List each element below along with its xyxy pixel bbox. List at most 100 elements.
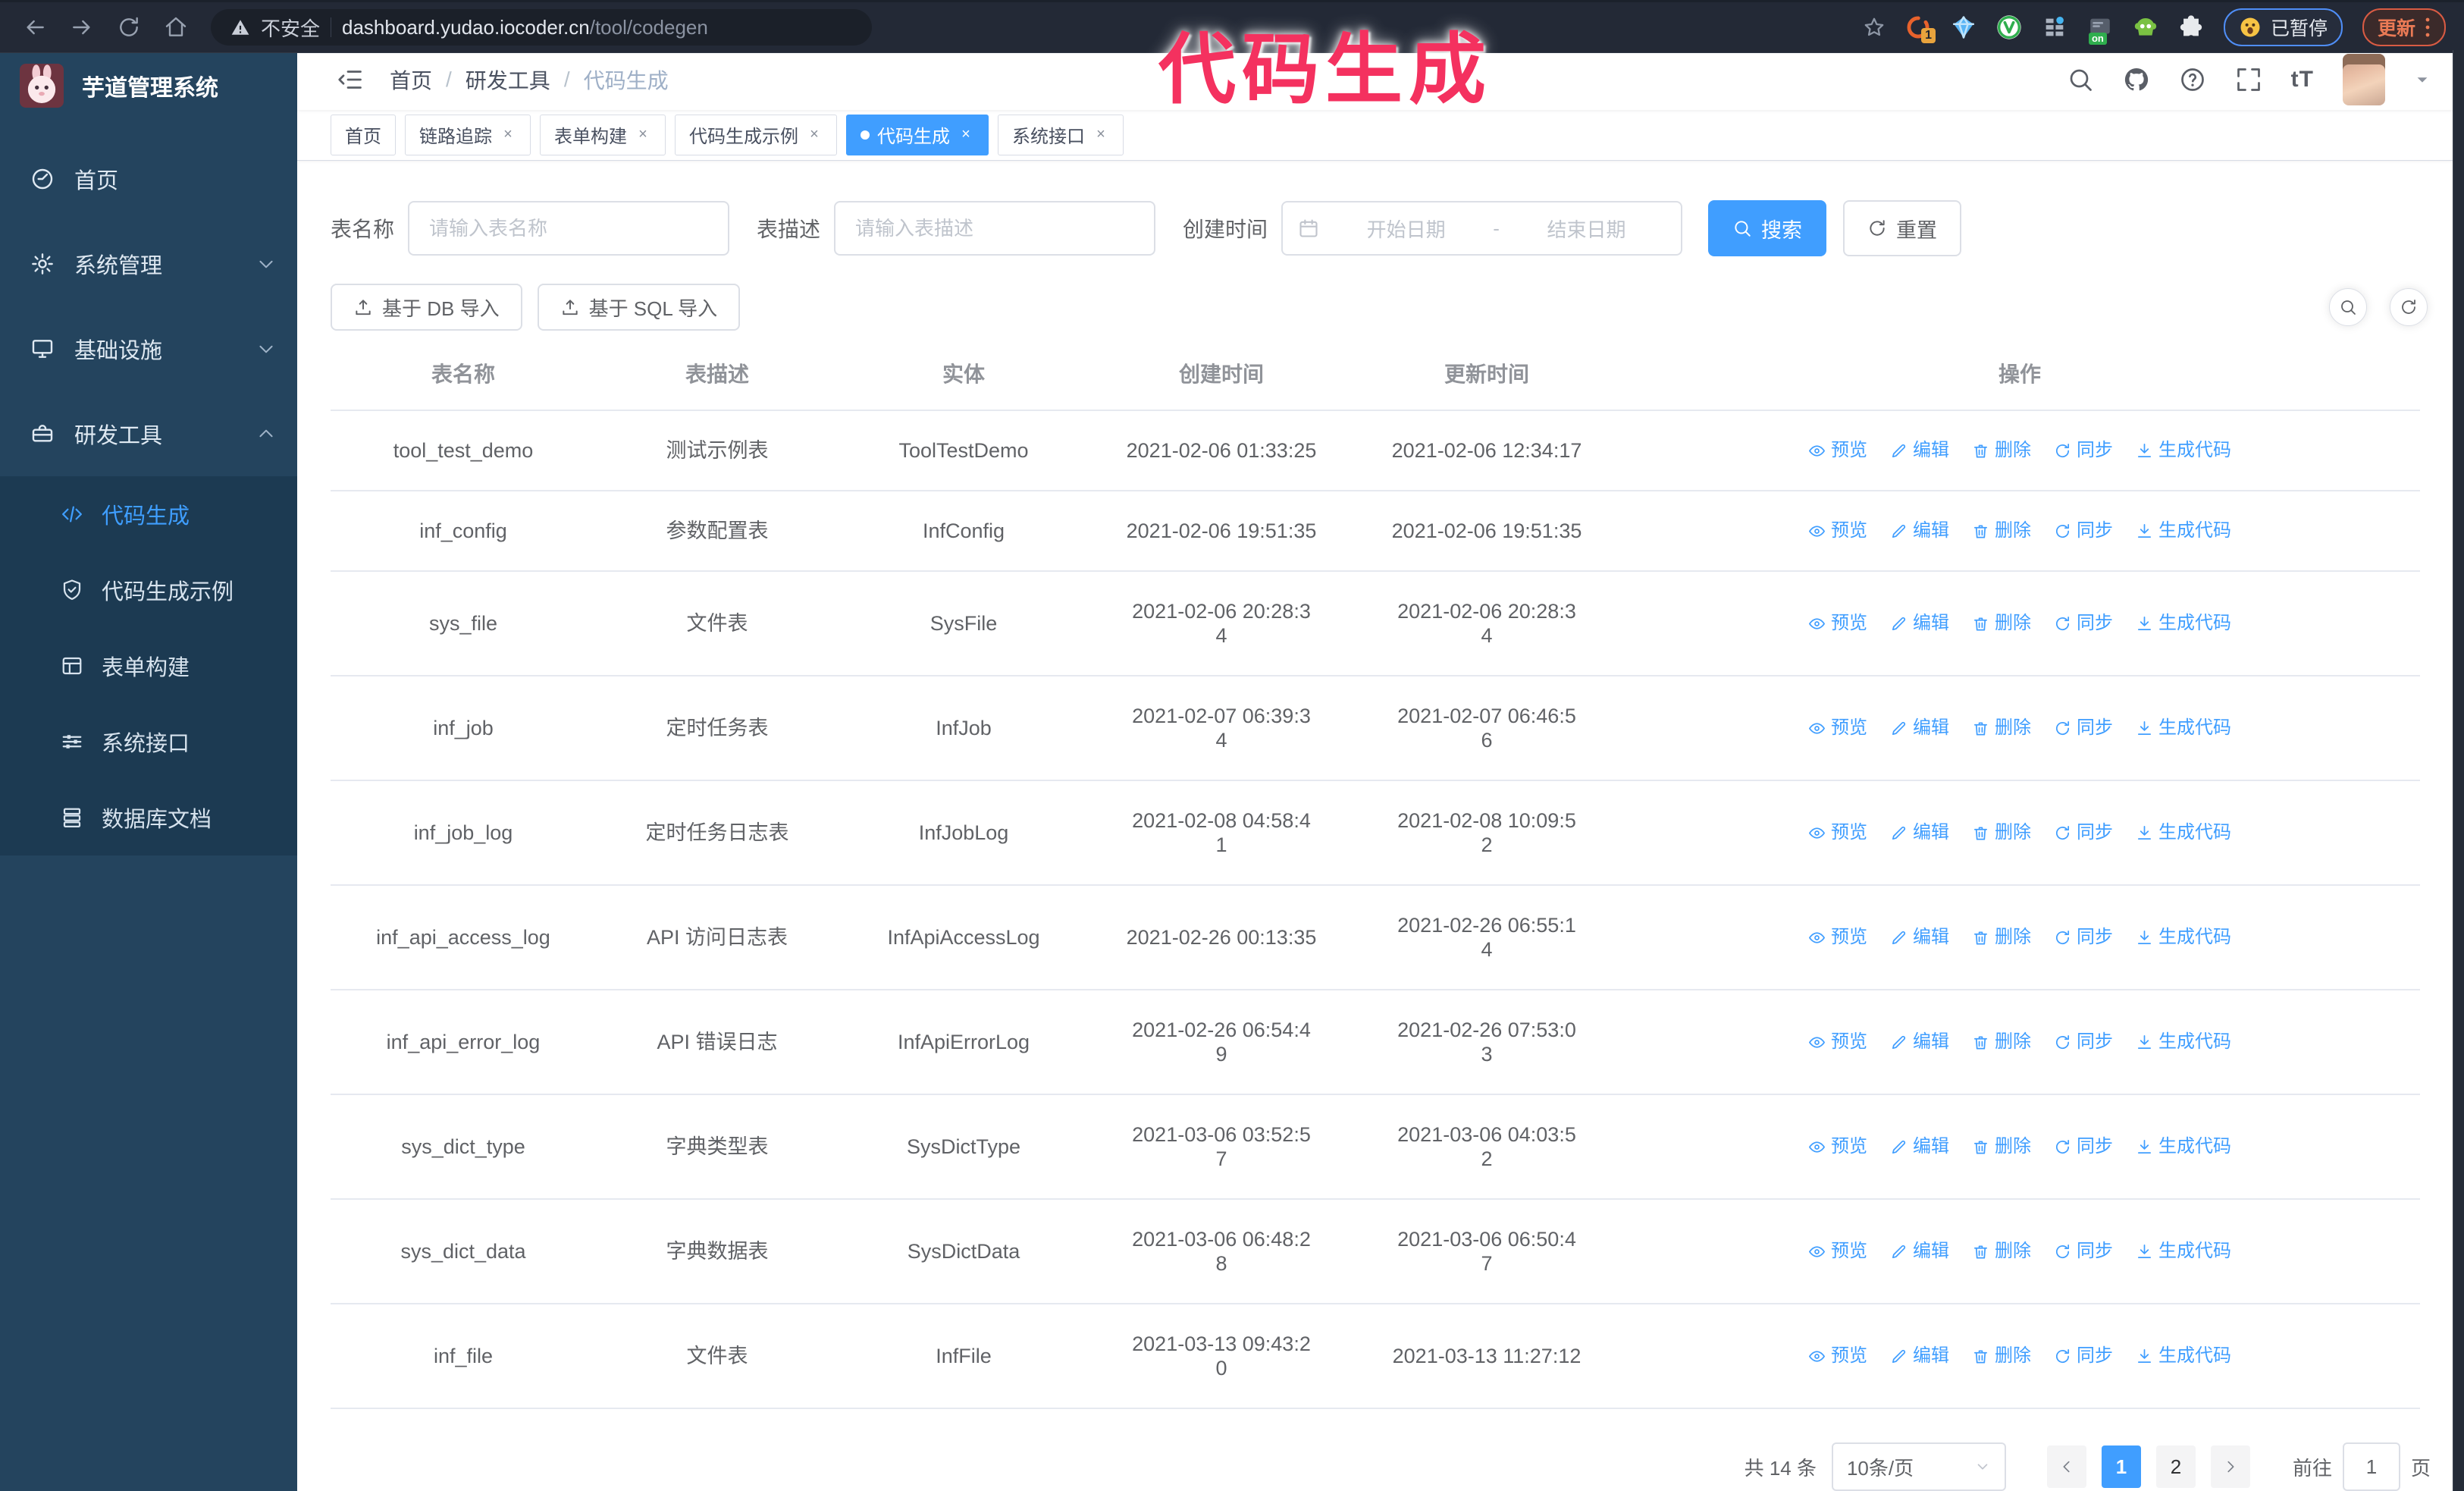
page-number-button[interactable]: 2	[2155, 1445, 2196, 1488]
delete-link[interactable]: 删除	[1972, 716, 2031, 740]
app-logo-row[interactable]: 芋道管理系统	[0, 50, 297, 121]
sidebar-subitem-system-api[interactable]: 系统接口	[0, 704, 297, 780]
fullscreen-icon[interactable]	[2235, 66, 2262, 93]
delete-link[interactable]: 删除	[1972, 1135, 2031, 1159]
delete-link[interactable]: 删除	[1972, 925, 2031, 950]
refresh-table-button[interactable]	[2390, 288, 2428, 326]
preview-link[interactable]: 预览	[1808, 438, 1867, 463]
delete-link[interactable]: 删除	[1972, 438, 2031, 463]
sync-link[interactable]: 同步	[2054, 1239, 2113, 1263]
preview-link[interactable]: 预览	[1808, 1344, 1867, 1368]
edit-link[interactable]: 编辑	[1890, 611, 1949, 636]
sidebar-item-home[interactable]: 首页	[0, 137, 297, 221]
extension-proxy-icon[interactable]	[2042, 14, 2067, 40]
sidebar-item-system[interactable]: 系统管理	[0, 221, 297, 306]
edit-link[interactable]: 编辑	[1890, 1239, 1949, 1263]
font-size-icon[interactable]: tT	[2291, 67, 2314, 93]
search-button[interactable]: 搜索	[1708, 200, 1827, 256]
window-scrollbar[interactable]	[2453, 50, 2464, 1491]
sidebar-subitem-codegen[interactable]: 代码生成	[0, 476, 297, 552]
avatar[interactable]	[2343, 54, 2385, 106]
forward-icon[interactable]	[70, 15, 94, 39]
delete-link[interactable]: 删除	[1972, 1239, 2031, 1263]
sync-link[interactable]: 同步	[2054, 611, 2113, 636]
paused-pill[interactable]: 已暂停	[2223, 8, 2343, 46]
edit-link[interactable]: 编辑	[1890, 716, 1949, 740]
table-desc-input[interactable]	[834, 201, 1156, 256]
generate-code-link[interactable]: 生成代码	[2136, 1239, 2231, 1263]
update-button[interactable]: 更新	[2362, 8, 2446, 46]
tab-close-icon[interactable]: ×	[1092, 126, 1109, 143]
delete-link[interactable]: 删除	[1972, 611, 2031, 636]
delete-link[interactable]: 删除	[1972, 1344, 2031, 1368]
generate-code-link[interactable]: 生成代码	[2136, 611, 2231, 636]
breadcrumb-item-home[interactable]: 首页	[390, 64, 432, 95]
extension-console-icon[interactable]: on	[2087, 14, 2113, 45]
delete-link[interactable]: 删除	[1972, 519, 2031, 543]
home-icon[interactable]	[164, 15, 188, 39]
toggle-search-button[interactable]	[2329, 288, 2367, 326]
db-import-button[interactable]: 基于 DB 导入	[331, 284, 522, 331]
sync-link[interactable]: 同步	[2054, 438, 2113, 463]
preview-link[interactable]: 预览	[1808, 925, 1867, 950]
preview-link[interactable]: 预览	[1808, 519, 1867, 543]
page-size-select[interactable]: 10条/页	[1831, 1442, 2006, 1491]
preview-link[interactable]: 预览	[1808, 716, 1867, 740]
generate-code-link[interactable]: 生成代码	[2136, 1344, 2231, 1368]
generate-code-link[interactable]: 生成代码	[2136, 519, 2231, 543]
tab-close-icon[interactable]: ×	[635, 126, 651, 143]
generate-code-link[interactable]: 生成代码	[2136, 716, 2231, 740]
sync-link[interactable]: 同步	[2054, 1135, 2113, 1159]
goto-page-input[interactable]	[2342, 1442, 2400, 1491]
bookmark-star-icon[interactable]	[1863, 16, 1886, 39]
sql-import-button[interactable]: 基于 SQL 导入	[537, 284, 741, 331]
generate-code-link[interactable]: 生成代码	[2136, 925, 2231, 950]
edit-link[interactable]: 编辑	[1890, 1030, 1949, 1054]
sidebar-subitem-db-doc[interactable]: 数据库文档	[0, 780, 297, 855]
generate-code-link[interactable]: 生成代码	[2136, 821, 2231, 845]
github-icon[interactable]	[2123, 66, 2150, 93]
preview-link[interactable]: 预览	[1808, 611, 1867, 636]
extension-v-icon[interactable]	[1996, 14, 2022, 40]
sync-link[interactable]: 同步	[2054, 925, 2113, 950]
url-bar[interactable]: 不安全 dashboard.yudao.iocoder.cn/tool/code…	[211, 9, 872, 46]
generate-code-link[interactable]: 生成代码	[2136, 1135, 2231, 1159]
page-number-button[interactable]: 1	[2101, 1445, 2141, 1488]
breadcrumb-item-devtools[interactable]: 研发工具	[466, 64, 550, 95]
end-date-placeholder[interactable]: 结束日期	[1507, 215, 1666, 243]
back-icon[interactable]	[23, 15, 47, 39]
tab-close-icon[interactable]: ×	[806, 126, 823, 143]
preview-link[interactable]: 预览	[1808, 1135, 1867, 1159]
help-icon[interactable]	[2179, 66, 2206, 93]
edit-link[interactable]: 编辑	[1890, 519, 1949, 543]
generate-code-link[interactable]: 生成代码	[2136, 1030, 2231, 1054]
next-page-button[interactable]	[2210, 1445, 2250, 1488]
tab-close-icon[interactable]: ×	[500, 126, 516, 143]
sync-link[interactable]: 同步	[2054, 1030, 2113, 1054]
sidebar-item-devtools[interactable]: 研发工具	[0, 391, 297, 476]
sync-link[interactable]: 同步	[2054, 519, 2113, 543]
tab-close-icon[interactable]: ×	[958, 126, 974, 143]
sidebar-fold-icon[interactable]	[337, 66, 364, 93]
header-search-icon[interactable]	[2067, 66, 2094, 93]
edit-link[interactable]: 编辑	[1890, 925, 1949, 950]
avatar-caret-icon[interactable]	[2414, 71, 2431, 88]
tab[interactable]: 系统接口 ×	[998, 114, 1124, 155]
start-date-placeholder[interactable]: 开始日期	[1327, 215, 1485, 243]
sync-link[interactable]: 同步	[2054, 821, 2113, 845]
date-range-picker[interactable]: 开始日期 - 结束日期	[1281, 201, 1683, 256]
tab[interactable]: 首页 ×	[331, 114, 396, 155]
sync-link[interactable]: 同步	[2054, 716, 2113, 740]
tab[interactable]: 代码生成示例 ×	[675, 114, 837, 155]
delete-link[interactable]: 删除	[1972, 1030, 2031, 1054]
sync-link[interactable]: 同步	[2054, 1344, 2113, 1368]
reload-icon[interactable]	[117, 15, 141, 39]
tab[interactable]: 表单构建 ×	[540, 114, 666, 155]
edit-link[interactable]: 编辑	[1890, 438, 1949, 463]
sidebar-subitem-codegen-example[interactable]: 代码生成示例	[0, 552, 297, 628]
extensions-puzzle-icon[interactable]	[2178, 14, 2204, 40]
table-name-input[interactable]	[408, 201, 730, 256]
tab[interactable]: 代码生成 ×	[846, 114, 989, 155]
delete-link[interactable]: 删除	[1972, 821, 2031, 845]
sidebar-item-infra[interactable]: 基础设施	[0, 306, 297, 391]
